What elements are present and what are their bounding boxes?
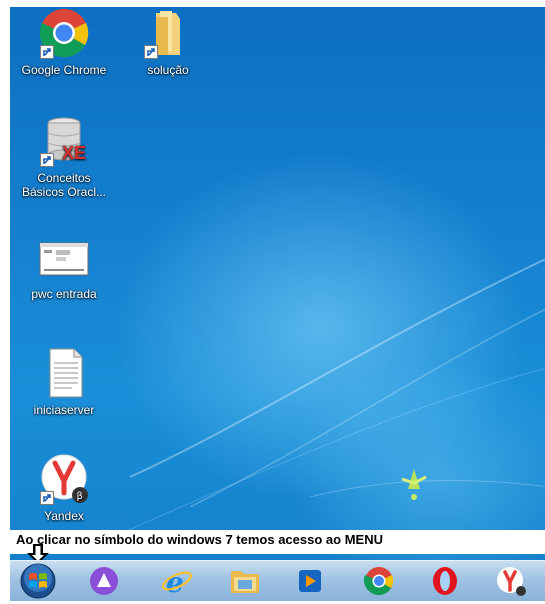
desktop-icon-google-chrome[interactable]: Google Chrome (16, 7, 112, 77)
desktop-icon-label: Google Chrome (21, 63, 107, 77)
desktop: Google Chrome solução XE Conceitos Básic… (10, 7, 545, 560)
desktop-icon-pwc-entrada[interactable]: pwc entrada (16, 239, 112, 301)
taskbar-google-chrome[interactable] (362, 565, 396, 597)
shortcut-arrow-icon (40, 491, 54, 505)
yandex-icon (497, 567, 526, 596)
svg-text:β: β (77, 491, 83, 502)
text-file-icon (38, 347, 90, 399)
taskbar-file-explorer[interactable] (228, 565, 262, 597)
desktop-icon-label: solução (147, 63, 189, 77)
green-sprout (401, 469, 427, 500)
google-chrome-icon (38, 7, 90, 59)
start-button[interactable] (18, 563, 58, 599)
windows-logo-icon (20, 563, 56, 599)
desktop-icon-label-line2: Básicos Oracl... (21, 185, 107, 199)
desktop-icon-solucao[interactable]: solução (120, 7, 216, 77)
oracle-database-icon: XE (38, 115, 90, 167)
opera-icon (433, 567, 457, 595)
svg-text:e: e (166, 566, 184, 597)
shortcut-arrow-icon (40, 153, 54, 167)
taskbar-media-player[interactable] (294, 565, 328, 597)
file-explorer-icon (231, 571, 259, 593)
instruction-caption: Ao clicar no símbolo do windows 7 temos … (10, 530, 545, 554)
taskbar-internet-explorer[interactable]: e (160, 565, 194, 599)
desktop-icon-label-line1: Conceitos (37, 171, 91, 185)
internet-explorer-icon: e (162, 566, 192, 599)
google-chrome-icon (363, 567, 394, 596)
taskbar: e (10, 560, 545, 601)
desktop-icon-label: Yandex (44, 509, 84, 523)
alice-icon (90, 567, 118, 595)
document-thumbnail-icon (38, 239, 90, 283)
shortcut-arrow-icon (40, 45, 54, 59)
desktop-icon-label: iniciaserver (33, 403, 95, 417)
media-player-icon (299, 570, 321, 592)
taskbar-alice[interactable] (87, 565, 121, 597)
desktop-icon-label: pwc entrada (31, 287, 97, 301)
svg-text:XE: XE (62, 143, 86, 163)
folder-icon (142, 7, 194, 59)
desktop-icon-conceitos-basicos-oracle[interactable]: XE Conceitos Básicos Oracl... (16, 115, 112, 199)
taskbar-opera[interactable] (428, 565, 462, 597)
desktop-icon-yandex[interactable]: β Yandex (16, 453, 112, 523)
taskbar-yandex[interactable] (494, 565, 528, 597)
desktop-icon-iniciaserver[interactable]: iniciaserver (16, 347, 112, 417)
shortcut-arrow-icon (144, 45, 158, 59)
yandex-browser-icon: β (38, 453, 90, 505)
